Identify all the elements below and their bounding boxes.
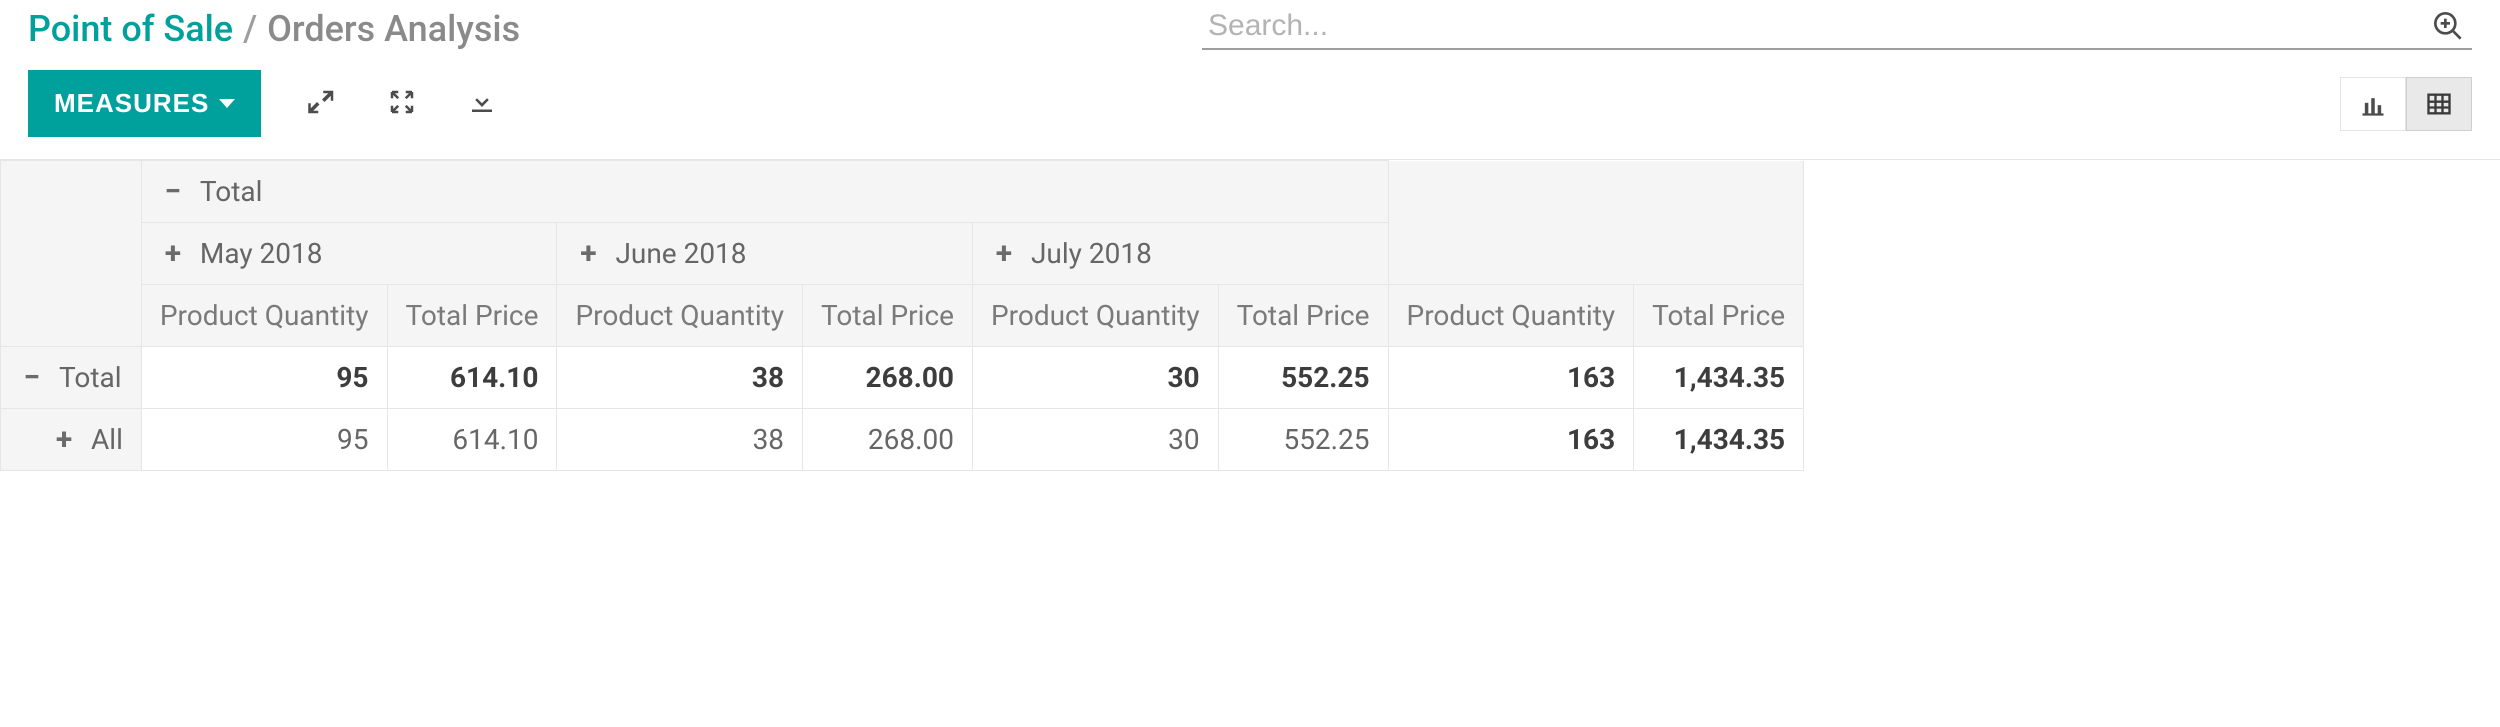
- cell: 1,434.35: [1634, 409, 1804, 471]
- col-group-label: July 2018: [1031, 237, 1152, 270]
- search-input[interactable]: [1208, 9, 2430, 43]
- col-group-label: May 2018: [200, 237, 323, 270]
- cell: 552.25: [1218, 409, 1388, 471]
- grandtotal-header-blank: [1388, 161, 1804, 285]
- col-root-label: Total: [200, 175, 263, 208]
- cell: 38: [557, 409, 803, 471]
- toolbar: MEASURES: [0, 50, 2500, 159]
- swap-axes-icon[interactable]: [387, 87, 421, 121]
- cell: 614.10: [387, 347, 557, 409]
- measure-header: Product Quantity: [141, 285, 387, 347]
- search-bar[interactable]: [1202, 8, 2472, 50]
- expand-icon[interactable]: +: [575, 241, 601, 267]
- expand-icon[interactable]: +: [51, 427, 77, 453]
- cell: 268.00: [803, 409, 973, 471]
- view-switcher: [2340, 77, 2472, 131]
- cell: 163: [1388, 409, 1634, 471]
- measures-label: MEASURES: [54, 88, 209, 119]
- measure-header: Product Quantity: [972, 285, 1218, 347]
- pivot-table: −Total+May 2018+June 2018+July 2018Produ…: [0, 160, 1804, 471]
- col-group[interactable]: + July 2018: [972, 223, 1388, 285]
- row-label: Total: [59, 361, 122, 394]
- col-group[interactable]: + June 2018: [557, 223, 973, 285]
- col-group[interactable]: + May 2018: [141, 223, 557, 285]
- measure-header: Total Price: [387, 285, 557, 347]
- chart-view-button[interactable]: [2340, 77, 2406, 131]
- corner-cell: [1, 161, 142, 347]
- cell: 163: [1388, 347, 1634, 409]
- pivot-table-wrap: −Total+May 2018+June 2018+July 2018Produ…: [0, 159, 2500, 471]
- measure-header: Total Price: [1634, 285, 1804, 347]
- measure-header: Total Price: [803, 285, 973, 347]
- table-row: + All 95614.1038268.0030552.251631,434.35: [1, 409, 1804, 471]
- caret-down-icon: [219, 99, 235, 108]
- expand-icon[interactable]: +: [160, 241, 186, 267]
- expand-icon[interactable]: +: [991, 241, 1017, 267]
- pivot-tbody: −Total95614.1038268.0030552.251631,434.3…: [1, 347, 1804, 471]
- cell: 268.00: [803, 347, 973, 409]
- breadcrumb-root[interactable]: Point of Sale: [28, 8, 233, 50]
- row-header[interactable]: + All: [1, 409, 142, 471]
- breadcrumb-sep: /: [243, 8, 257, 50]
- measure-header: Product Quantity: [557, 285, 803, 347]
- row-label: All: [91, 423, 123, 456]
- page-title: Orders Analysis: [267, 8, 520, 50]
- pivot-thead: −Total + May 2018 + June 2018 + July 2018 Produ…: [1, 161, 1804, 347]
- collapse-icon[interactable]: −: [160, 179, 186, 205]
- table-row: −Total95614.1038268.0030552.251631,434.3…: [1, 347, 1804, 409]
- cell: 38: [557, 347, 803, 409]
- expand-icon[interactable]: [307, 87, 341, 121]
- breadcrumb: Point of Sale / Orders Analysis: [28, 8, 520, 50]
- cell: 95: [141, 347, 387, 409]
- measure-header: Product Quantity: [1388, 285, 1634, 347]
- measures-button[interactable]: MEASURES: [28, 70, 261, 137]
- cell: 1,434.35: [1634, 347, 1804, 409]
- cell: 614.10: [387, 409, 557, 471]
- cell: 30: [972, 409, 1218, 471]
- cell: 30: [972, 347, 1218, 409]
- cell: 552.25: [1218, 347, 1388, 409]
- toolbar-icons: [307, 87, 501, 121]
- col-root[interactable]: −Total: [141, 161, 1388, 223]
- row-header[interactable]: −Total: [1, 347, 142, 409]
- col-group-label: June 2018: [615, 237, 746, 270]
- download-icon[interactable]: [467, 87, 501, 121]
- pivot-view-button[interactable]: [2406, 77, 2472, 131]
- measure-header: Total Price: [1218, 285, 1388, 347]
- search-plus-icon[interactable]: [2430, 8, 2466, 44]
- header-row: Point of Sale / Orders Analysis: [0, 0, 2500, 50]
- collapse-icon[interactable]: −: [19, 365, 45, 391]
- cell: 95: [141, 409, 387, 471]
